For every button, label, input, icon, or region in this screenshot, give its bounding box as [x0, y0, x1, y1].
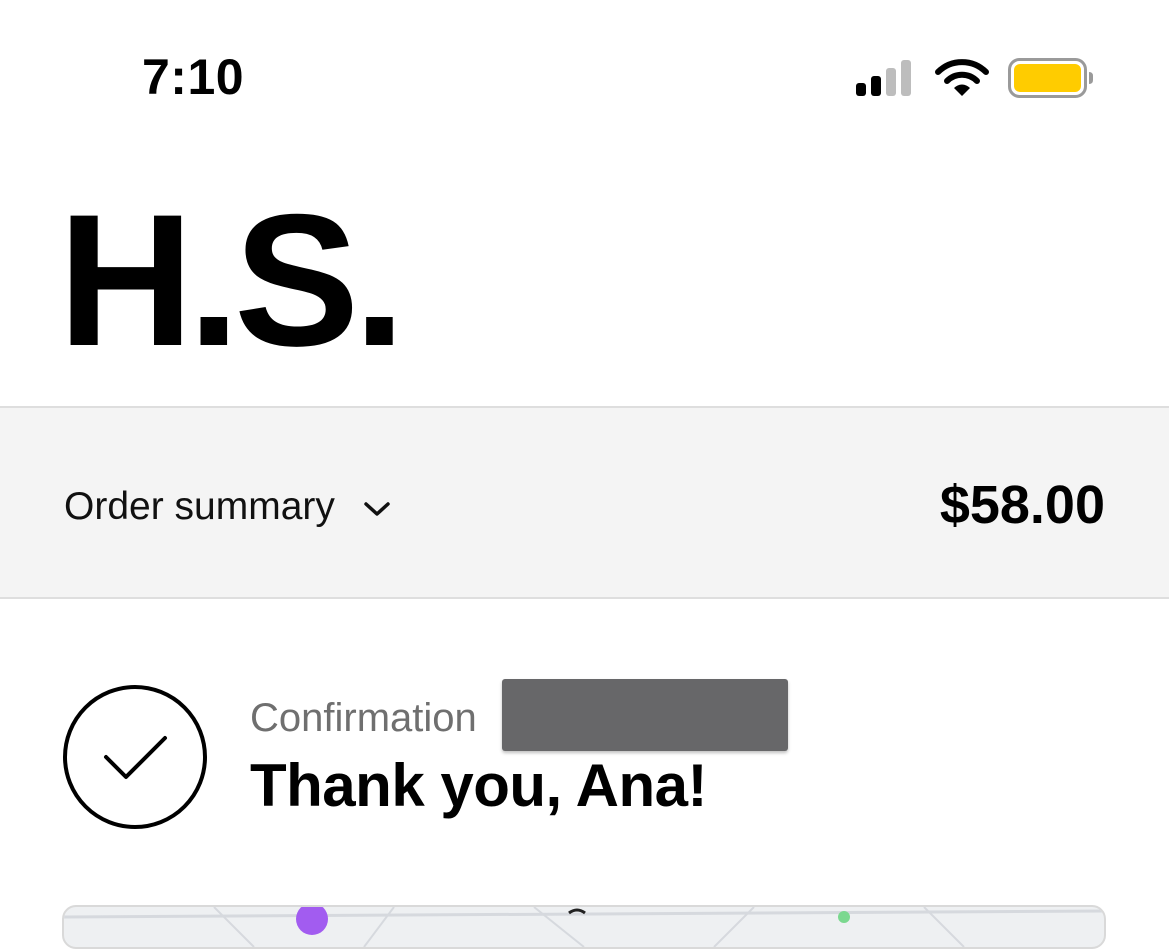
- map-marker-icon: [296, 907, 328, 935]
- store-logo: H.S.: [58, 175, 406, 385]
- map-roads: [64, 907, 1104, 947]
- check-circle-icon: [63, 685, 207, 829]
- signal-icon: [856, 60, 911, 96]
- order-total: $58.00: [939, 475, 1105, 535]
- order-summary-label: Order summary: [64, 484, 335, 528]
- order-summary-bar: Order summary $58.00: [0, 406, 1169, 599]
- redacted-confirmation-number: [502, 679, 788, 751]
- wifi-icon: [935, 59, 989, 96]
- confirmation-label: Confirmation: [250, 696, 477, 740]
- status-time: 7:10: [142, 49, 245, 105]
- thank-you-title: Thank you, Ana!: [250, 752, 707, 819]
- battery-icon: [1008, 58, 1093, 98]
- chevron-down-icon: [364, 502, 390, 516]
- order-summary-toggle[interactable]: Order summary: [64, 478, 391, 534]
- status-bar: 7:10: [0, 0, 1169, 150]
- map-preview[interactable]: [62, 905, 1106, 949]
